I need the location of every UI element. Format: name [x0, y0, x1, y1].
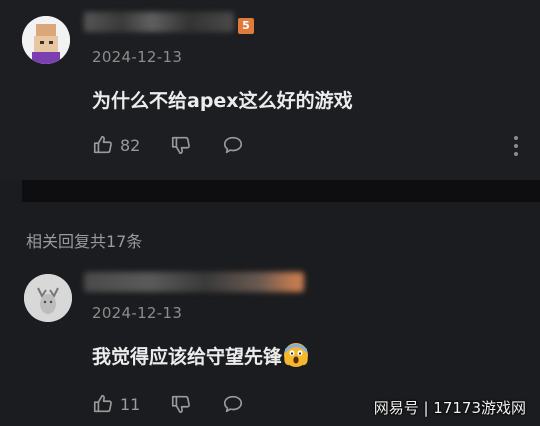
- section-divider: [22, 180, 540, 202]
- username-blurred[interactable]: [84, 12, 234, 32]
- comment-text-content: 我觉得应该给守望先锋: [92, 346, 283, 368]
- comment-actions: 11: [92, 392, 274, 416]
- avatar[interactable]: [22, 16, 70, 64]
- like-count: 11: [120, 394, 141, 414]
- dislike-button[interactable]: [170, 134, 192, 156]
- comment-text: 我觉得应该给守望先锋: [92, 342, 309, 369]
- thumbs-up-icon: [93, 394, 112, 413]
- thumbs-down-icon: [172, 395, 191, 414]
- reply-button[interactable]: [222, 393, 244, 415]
- watermark: 网易号 | 17173游戏网: [373, 399, 526, 417]
- comment-card: 5 2024-12-13 为什么不给apex这么好的游戏 82: [0, 0, 540, 180]
- comment-text: 为什么不给apex这么好的游戏: [92, 90, 353, 112]
- like-button[interactable]: 11: [92, 393, 140, 415]
- comment-date: 2024-12-13: [92, 304, 183, 322]
- username-blurred[interactable]: [84, 272, 304, 292]
- dislike-button[interactable]: [170, 393, 192, 415]
- reply-button[interactable]: [222, 134, 244, 156]
- thumbs-up-icon: [93, 135, 112, 154]
- thumbs-down-icon: [172, 136, 191, 155]
- level-badge: 5: [238, 18, 254, 34]
- like-count: 82: [120, 135, 141, 155]
- screaming-face-emoji-icon: [284, 343, 309, 367]
- more-options-icon[interactable]: [514, 136, 520, 156]
- speech-bubble-icon: [224, 395, 243, 413]
- related-replies-label[interactable]: 相关回复共17条: [26, 228, 142, 252]
- avatar[interactable]: [24, 274, 72, 322]
- comment-date: 2024-12-13: [92, 48, 183, 66]
- like-button[interactable]: 82: [92, 134, 140, 156]
- speech-bubble-icon: [224, 136, 243, 154]
- comment-actions: 82: [92, 133, 274, 157]
